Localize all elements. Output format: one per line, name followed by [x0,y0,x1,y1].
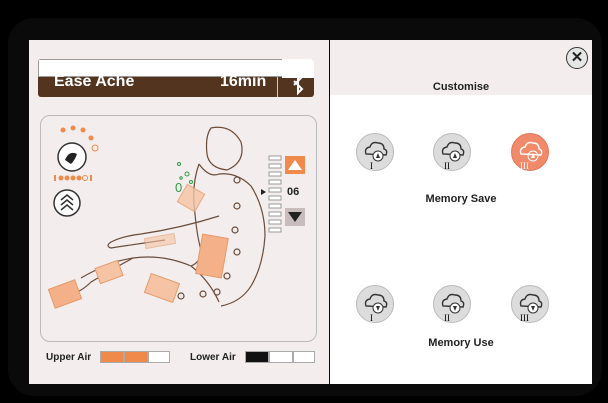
close-icon: ✕ [570,49,584,66]
airbag-icon[interactable] [53,189,81,217]
intensity-down-button[interactable] [285,208,305,226]
customise-panel: ✕ Customise I II III Memory Save I II II… [330,40,592,384]
intensity-up-button[interactable] [285,156,305,174]
cloud-use-icon [364,293,388,314]
slot-label: III [520,313,529,323]
memory-use-slot-2[interactable]: II [433,285,471,323]
upper-air-segment-2[interactable] [124,351,148,363]
customise-header: ✕ Customise [330,40,592,95]
intensity-scale [268,155,282,233]
upper-air-label: Upper Air [46,352,92,363]
memory-save-slot-1[interactable]: I [356,133,394,171]
memory-save-slot-3[interactable]: III [511,133,549,171]
cloud-save-icon [364,141,388,162]
memory-save-slot-2[interactable]: II [433,133,471,171]
divider [277,77,278,97]
lower-air-segment-2[interactable] [269,351,293,363]
body-diagram: 0 [47,125,305,309]
slot-label: II [444,161,450,171]
zone-label: 0 [175,180,182,195]
body-diagram-panel: 0 06 [40,115,317,342]
upper-air-segment-3[interactable] [148,351,170,363]
bluetooth-button[interactable] [282,59,314,97]
lower-air-segment-3[interactable] [293,351,315,363]
slot-label: I [370,161,373,171]
memory-save-label: Memory Save [425,193,497,205]
cloud-use-icon [519,293,543,314]
intensity-value: 06 [287,186,300,198]
slot-label: III [520,161,529,171]
memory-use-slot-3[interactable]: III [511,285,549,323]
lower-air-label: Lower Air [190,352,236,363]
upper-air-segment-1[interactable] [100,351,124,363]
program-bar[interactable]: Ease Ache 16min [38,59,314,97]
cloud-use-icon [441,293,465,314]
intensity-pointer [261,189,266,195]
lower-air-segment-1[interactable] [245,351,269,363]
cloud-save-icon [441,141,465,162]
program-name: Ease Ache [54,73,135,90]
customise-title: Customise [432,81,490,93]
slot-label: II [444,313,450,323]
slot-label: I [370,313,373,323]
level-dots [54,175,92,181]
bluetooth-icon [282,59,314,96]
memory-use-slot-1[interactable]: I [356,285,394,323]
cloud-save-icon [519,141,543,162]
close-button[interactable]: ✕ [566,47,588,69]
memory-use-label: Memory Use [428,337,494,349]
program-time: 16min [220,73,267,90]
